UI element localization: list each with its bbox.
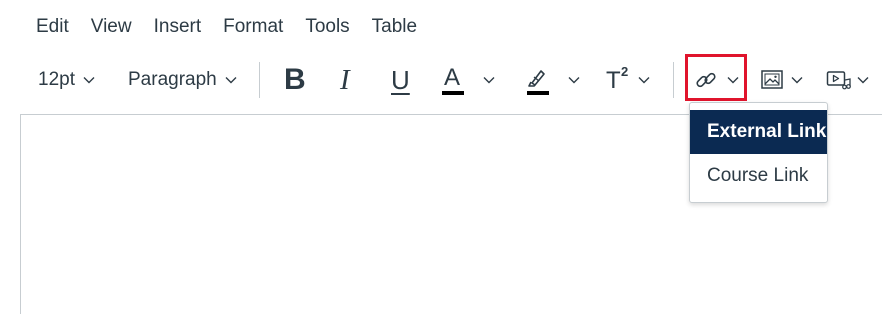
image-icon	[760, 69, 784, 91]
text-color-swatch	[442, 91, 464, 95]
external-link-option[interactable]: External Link	[690, 110, 827, 154]
chevron-down-icon	[82, 73, 96, 87]
text-color-button[interactable]: A	[442, 60, 496, 100]
bold-button[interactable]: B	[284, 60, 306, 100]
italic-button[interactable]: I	[340, 60, 350, 100]
chevron-down-icon	[567, 73, 581, 87]
font-size-value: 12pt	[38, 69, 75, 90]
underline-button[interactable]: U	[391, 60, 410, 100]
text-color-icon: A	[442, 64, 464, 96]
menu-format[interactable]: Format	[212, 14, 294, 40]
menu-insert[interactable]: Insert	[143, 14, 213, 40]
image-button[interactable]	[760, 60, 804, 100]
chevron-down-icon	[856, 73, 870, 87]
superscript-icon: T 2	[606, 64, 632, 96]
toolbar-divider	[259, 62, 260, 98]
bold-label: B	[284, 63, 306, 96]
menu-tools[interactable]: Tools	[294, 14, 360, 40]
media-icon	[826, 69, 852, 91]
menu-view[interactable]: View	[80, 14, 143, 40]
menu-edit[interactable]: Edit	[25, 14, 80, 40]
link-button-highlight	[685, 54, 747, 101]
text-color-label: A	[444, 64, 461, 91]
media-button[interactable]	[826, 60, 870, 100]
chevron-down-icon	[637, 73, 651, 87]
link-dropdown-menu: External Link Course Link	[689, 102, 828, 203]
block-format-select[interactable]: Paragraph	[128, 60, 238, 100]
menu-table[interactable]: Table	[361, 14, 428, 40]
toolbar-divider	[673, 62, 674, 98]
chevron-down-icon	[482, 73, 496, 87]
highlight-color-button[interactable]	[527, 60, 581, 100]
highlight-color-swatch	[527, 91, 549, 95]
chevron-down-icon	[790, 73, 804, 87]
superscript-label: T	[606, 67, 621, 94]
chevron-down-icon	[224, 73, 238, 87]
font-size-select[interactable]: 12pt	[38, 60, 96, 100]
course-link-option[interactable]: Course Link	[690, 154, 827, 198]
underline-label: U	[391, 64, 410, 95]
italic-label: I	[340, 63, 350, 96]
highlighter-icon	[527, 64, 549, 96]
superscript-button[interactable]: T 2	[606, 60, 651, 100]
superscript-mark: 2	[621, 64, 629, 79]
block-format-value: Paragraph	[128, 69, 217, 90]
editor-toolbar: 12pt Paragraph B I U A T 2	[0, 60, 882, 100]
menu-bar: Edit View Insert Format Tools Table	[25, 14, 428, 40]
